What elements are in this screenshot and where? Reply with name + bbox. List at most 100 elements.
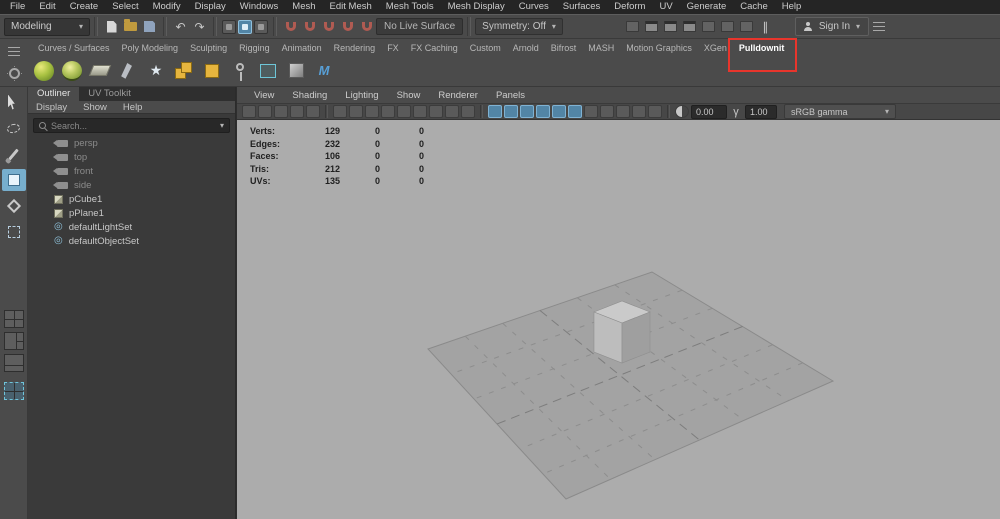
viewport-menu-view[interactable]: View: [245, 90, 283, 101]
film-gate-icon[interactable]: [381, 105, 395, 118]
workspace-menu-icon[interactable]: [870, 18, 887, 35]
depth-of-field-icon[interactable]: [616, 105, 630, 118]
isolate-select-icon[interactable]: [632, 105, 646, 118]
sculpt-tool-icon[interactable]: [115, 57, 141, 84]
output-connections-icon[interactable]: [738, 18, 755, 35]
menu-set-selector[interactable]: Modeling ▾: [4, 18, 90, 36]
mash-logo-icon[interactable]: M: [311, 57, 337, 84]
outliner-menu-display[interactable]: Display: [28, 101, 75, 113]
image-plane-icon[interactable]: [306, 105, 320, 118]
field-chart-icon[interactable]: [429, 105, 443, 118]
menu-help[interactable]: Help: [775, 0, 809, 14]
shelf-tab-animation[interactable]: Animation: [276, 41, 328, 55]
outliner-menu-help[interactable]: Help: [115, 101, 151, 113]
wireframe-icon[interactable]: [488, 105, 502, 118]
move-tool-button[interactable]: [2, 169, 26, 191]
paint-selection-tool-button[interactable]: [2, 143, 26, 165]
xray-icon[interactable]: [648, 105, 662, 118]
tab-uv-toolkit[interactable]: UV Toolkit: [79, 87, 140, 101]
snap-to-view-plane-icon[interactable]: [339, 18, 356, 35]
shelf-tab-fx[interactable]: FX: [381, 41, 405, 55]
menu-file[interactable]: File: [3, 0, 32, 14]
shelf-tab-pulldownit[interactable]: Pulldownit: [733, 41, 791, 55]
render-frame-icon[interactable]: [662, 18, 679, 35]
viewport-menu-panels[interactable]: Panels: [487, 90, 534, 101]
construction-history-icon[interactable]: [624, 18, 641, 35]
render-view-icon[interactable]: [643, 18, 660, 35]
search-input[interactable]: [51, 121, 215, 131]
menu-mesh[interactable]: Mesh: [285, 0, 322, 14]
screen-space-ao-icon[interactable]: [568, 105, 582, 118]
shelf-tab-curves-surfaces[interactable]: Curves / Surfaces: [32, 41, 116, 55]
safe-action-icon[interactable]: [445, 105, 459, 118]
poly-cube-icon[interactable]: [199, 57, 225, 84]
outliner-item-top[interactable]: top: [28, 150, 235, 164]
menu-surfaces[interactable]: Surfaces: [556, 0, 608, 14]
menu-create[interactable]: Create: [63, 0, 106, 14]
outliner-item-defaultlightset[interactable]: ◎ defaultLightSet: [28, 220, 235, 234]
outliner-item-persp[interactable]: persp: [28, 136, 235, 150]
layout-four-view-button[interactable]: [4, 310, 24, 328]
open-scene-icon[interactable]: [122, 18, 139, 35]
select-tool-button[interactable]: [2, 91, 26, 113]
layout-persp-graph-button[interactable]: [4, 354, 24, 372]
select-by-object-icon[interactable]: [238, 20, 252, 34]
shelf-gear-icon[interactable]: [6, 65, 23, 82]
menu-select[interactable]: Select: [105, 0, 145, 14]
viewport-menu-lighting[interactable]: Lighting: [336, 90, 387, 101]
poly-sphere-icon[interactable]: [31, 57, 57, 84]
layout-custom-button[interactable]: [4, 382, 24, 400]
shelf-tabs-menu-icon[interactable]: [6, 43, 23, 60]
menu-edit[interactable]: Edit: [32, 0, 62, 14]
shaded-icon[interactable]: [504, 105, 518, 118]
outliner-item-pplane1[interactable]: pPlane1: [28, 206, 235, 220]
motion-blur-icon[interactable]: [584, 105, 598, 118]
shelf-tab-bifrost[interactable]: Bifrost: [545, 41, 583, 55]
layout-persp-outliner-button[interactable]: [4, 332, 24, 350]
bookmarks-icon[interactable]: [290, 105, 304, 118]
poly-plane-icon[interactable]: [87, 57, 113, 84]
use-all-lights-icon[interactable]: [536, 105, 550, 118]
2d-pan-zoom-icon[interactable]: [333, 105, 347, 118]
grease-pencil-icon[interactable]: [349, 105, 363, 118]
scene-canvas[interactable]: Verts: 129 0 0 Edges: 232 0 0 Faces: 106…: [237, 120, 1000, 519]
multisample-aa-icon[interactable]: [600, 105, 614, 118]
duplicate-cubes-icon[interactable]: [171, 57, 197, 84]
rotate-tool-button[interactable]: [2, 195, 26, 217]
outliner-item-side[interactable]: side: [28, 178, 235, 192]
shelf-tab-arnold[interactable]: Arnold: [507, 41, 545, 55]
pause-evaluation-icon[interactable]: ∥: [757, 18, 774, 35]
shelf-tab-rigging[interactable]: Rigging: [233, 41, 276, 55]
input-connections-icon[interactable]: [719, 18, 736, 35]
chevron-down-icon[interactable]: ▾: [220, 122, 224, 130]
menu-modify[interactable]: Modify: [146, 0, 188, 14]
scale-tool-button[interactable]: [2, 221, 26, 243]
viewport-menu-show[interactable]: Show: [388, 90, 430, 101]
menu-curves[interactable]: Curves: [512, 0, 556, 14]
select-by-hierarchy-icon[interactable]: [222, 20, 236, 34]
viewport-menu-shading[interactable]: Shading: [283, 90, 336, 101]
menu-edit-mesh[interactable]: Edit Mesh: [323, 0, 379, 14]
exposure-icon[interactable]: [675, 105, 689, 118]
outliner-search-box[interactable]: ▾: [33, 118, 230, 133]
safe-title-icon[interactable]: [461, 105, 475, 118]
undo-icon[interactable]: ↶: [172, 18, 189, 35]
textured-icon[interactable]: [520, 105, 534, 118]
star-primitive-icon[interactable]: ★: [143, 57, 169, 84]
exposure-field[interactable]: [691, 105, 727, 119]
menu-generate[interactable]: Generate: [680, 0, 734, 14]
shelf-tab-sculpting[interactable]: Sculpting: [184, 41, 233, 55]
lasso-tool-button[interactable]: [2, 117, 26, 139]
menu-windows[interactable]: Windows: [233, 0, 286, 14]
sign-in-button[interactable]: Sign In ▾: [795, 17, 869, 36]
menu-deform[interactable]: Deform: [607, 0, 652, 14]
shelf-tab-custom[interactable]: Custom: [464, 41, 507, 55]
viewport-menu-renderer[interactable]: Renderer: [429, 90, 487, 101]
select-camera-icon[interactable]: [242, 105, 256, 118]
select-by-component-icon[interactable]: [254, 20, 268, 34]
menu-uv[interactable]: UV: [652, 0, 679, 14]
grid-icon[interactable]: [365, 105, 379, 118]
outliner-item-pcube1[interactable]: pCube1: [28, 192, 235, 206]
snap-to-grid-icon[interactable]: [282, 18, 299, 35]
resolution-gate-icon[interactable]: [397, 105, 411, 118]
